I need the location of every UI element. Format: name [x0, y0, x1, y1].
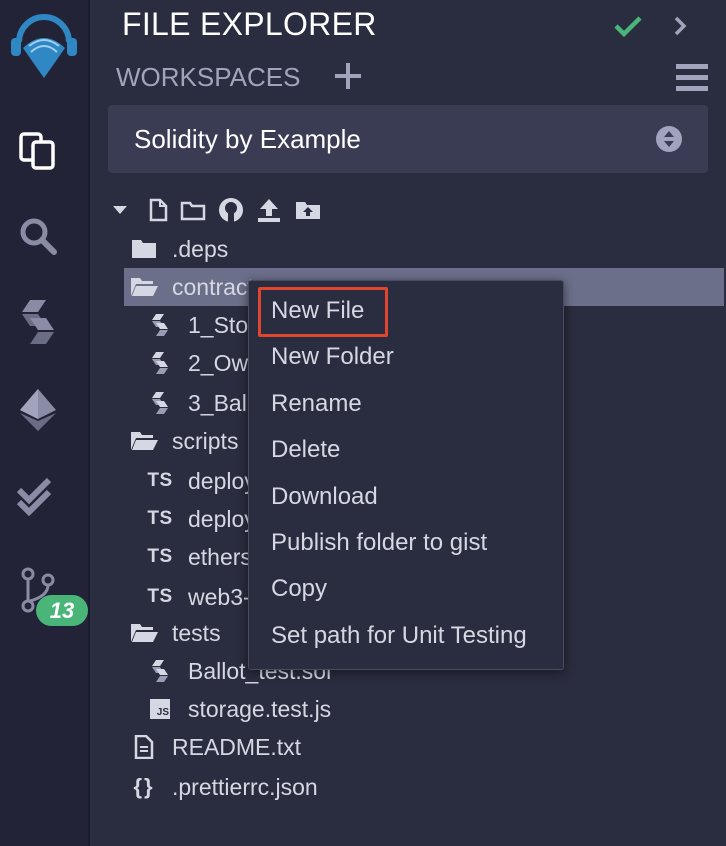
- workspaces-label: WORKSPACES: [116, 62, 301, 92]
- check-icon: [612, 10, 644, 42]
- hamburger-menu-icon[interactable]: [672, 60, 712, 94]
- add-workspace-icon[interactable]: [332, 60, 364, 92]
- solidity-file-icon: [144, 391, 176, 415]
- solidity-file-icon: [144, 659, 176, 683]
- new-folder-icon[interactable]: [180, 199, 206, 221]
- tree-item-prettierrc[interactable]: {} .prettierrc.json: [128, 768, 528, 806]
- typescript-file-icon: TS: [147, 508, 173, 529]
- file-explorer-icon[interactable]: [14, 124, 62, 172]
- folder-open-icon: [128, 276, 160, 298]
- menu-item-download[interactable]: Download: [271, 483, 378, 511]
- menu-item-publish-gist[interactable]: Publish folder to gist: [271, 529, 487, 557]
- testing-icon[interactable]: [14, 472, 62, 520]
- tree-item-label: .deps: [172, 235, 229, 262]
- solidity-file-icon: [144, 313, 176, 337]
- menu-item-copy[interactable]: Copy: [271, 575, 327, 603]
- search-icon[interactable]: [14, 212, 62, 260]
- menu-item-rename[interactable]: Rename: [271, 390, 362, 418]
- remix-logo-icon[interactable]: [8, 8, 80, 80]
- tree-item-label: scripts: [172, 427, 239, 454]
- new-file-icon[interactable]: [148, 198, 168, 222]
- tree-item-storage-test[interactable]: JS storage.test.js: [144, 690, 544, 728]
- deploy-run-icon[interactable]: [14, 386, 62, 434]
- json-file-icon: {}: [133, 774, 155, 799]
- menu-item-set-unit-test-path[interactable]: Set path for Unit Testing: [271, 622, 527, 650]
- folder-open-icon: [128, 622, 160, 644]
- tree-item-label: README.txt: [172, 733, 302, 760]
- tree-item-label: storage.test.js: [188, 695, 332, 722]
- caret-down-icon[interactable]: [112, 205, 128, 215]
- workspace-select[interactable]: Solidity by Example: [108, 105, 708, 173]
- select-caret-icon: [656, 126, 682, 152]
- upload-folder-icon[interactable]: [294, 199, 322, 221]
- text-file-icon: [128, 735, 160, 759]
- panel-title: FILE EXPLORER: [122, 6, 377, 42]
- tree-item-label: .prettierrc.json: [172, 773, 318, 800]
- tree-item-label: tests: [172, 619, 221, 646]
- chevron-right-icon[interactable]: [668, 12, 692, 40]
- javascript-file-icon: JS: [144, 699, 176, 719]
- solidity-file-icon: [144, 351, 176, 375]
- workspace-select-value: Solidity by Example: [134, 123, 361, 154]
- upload-file-icon[interactable]: [256, 197, 282, 223]
- tree-item-readme[interactable]: README.txt: [128, 728, 528, 766]
- folder-open-icon: [128, 430, 160, 452]
- context-menu: New File New Folder Rename Delete Downlo…: [248, 280, 564, 670]
- tree-toolbar: [112, 194, 330, 226]
- tree-item-deps[interactable]: .deps: [128, 230, 688, 268]
- typescript-file-icon: TS: [147, 586, 173, 607]
- typescript-file-icon: TS: [147, 546, 173, 567]
- new-file-highlight: [258, 287, 388, 337]
- solidity-compiler-icon[interactable]: [14, 298, 62, 346]
- typescript-file-icon: TS: [147, 470, 173, 491]
- icon-rail: 13: [0, 0, 88, 846]
- folder-icon: [128, 238, 160, 260]
- menu-item-delete[interactable]: Delete: [271, 436, 340, 464]
- git-changes-badge: 13: [36, 595, 88, 626]
- github-icon[interactable]: [218, 197, 244, 223]
- rail-divider: [88, 0, 90, 846]
- menu-item-new-folder[interactable]: New Folder: [271, 343, 394, 371]
